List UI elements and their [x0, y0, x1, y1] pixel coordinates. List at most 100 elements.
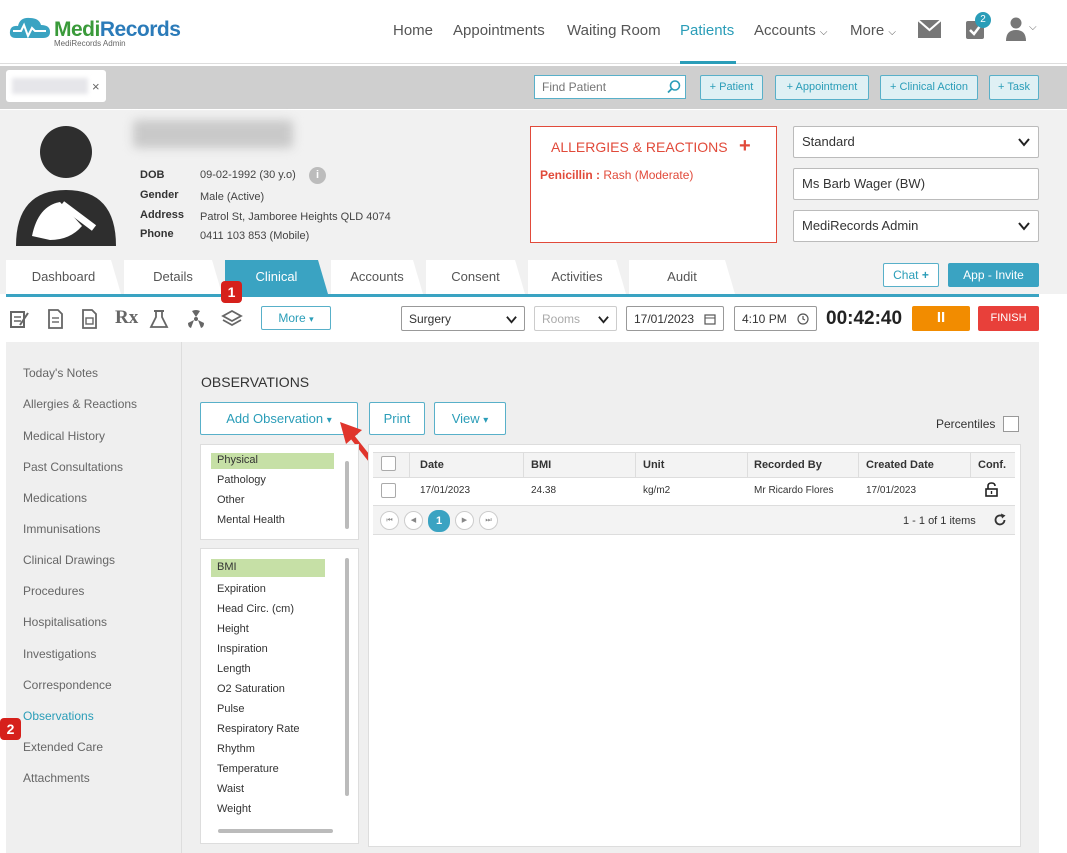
toolbar-more-button[interactable]: More ▾ — [261, 306, 331, 330]
mail-icon[interactable] — [918, 20, 941, 38]
add-allergy-button[interactable]: + — [739, 135, 751, 158]
prescription-icon[interactable]: Rx — [115, 307, 138, 329]
type-item-length[interactable]: Length — [217, 663, 251, 675]
type-item-rhythm[interactable]: Rhythm — [217, 743, 255, 755]
type-scrollbar[interactable] — [345, 558, 349, 796]
category-item-pathology[interactable]: Pathology — [217, 474, 266, 486]
side-nav-immunisations[interactable]: Immunisations — [23, 522, 100, 536]
category-item-physical[interactable]: Physical — [211, 453, 334, 469]
info-icon[interactable]: i — [309, 167, 326, 184]
add-clinical-action-button[interactable]: + Clinical Action — [880, 75, 978, 100]
allergy-name: Penicillin : — [540, 168, 601, 182]
prev-page-button[interactable]: ◀ — [404, 511, 423, 530]
column-header-unit[interactable]: Unit — [643, 459, 664, 471]
type-item-head-circ[interactable]: Head Circ. (cm) — [217, 603, 294, 615]
date-picker[interactable]: 17/01/2023 — [626, 306, 724, 331]
nav-appointments[interactable]: Appointments — [453, 22, 545, 39]
nav-waiting-room[interactable]: Waiting Room — [567, 22, 661, 39]
tabs-underline — [6, 294, 1039, 297]
location-value: Surgery — [409, 312, 452, 326]
time-picker[interactable]: 4:10 PM — [734, 306, 817, 331]
type-item-bmi[interactable]: BMI — [211, 559, 325, 577]
side-nav-clinical-drawings[interactable]: Clinical Drawings — [23, 553, 115, 567]
tab-accounts[interactable]: Accounts — [331, 260, 423, 294]
finish-button[interactable]: FINISH — [978, 306, 1039, 331]
user-menu-icon[interactable] — [1005, 17, 1027, 41]
type-item-height[interactable]: Height — [217, 623, 249, 635]
add-task-button[interactable]: + Task — [989, 75, 1039, 100]
nav-more[interactable]: More ⌵ — [850, 22, 896, 39]
page-1-button[interactable]: 1 — [428, 510, 450, 532]
type-item-weight[interactable]: Weight — [217, 803, 251, 815]
document-icon[interactable] — [44, 308, 66, 330]
side-nav-extended-care[interactable]: Extended Care — [23, 740, 103, 754]
side-nav-hospitalisations[interactable]: Hospitalisations — [23, 615, 107, 629]
category-scrollbar[interactable] — [345, 461, 349, 529]
side-nav-past-consultations[interactable]: Past Consultations — [23, 460, 123, 474]
side-nav-medications[interactable]: Medications — [23, 491, 87, 505]
column-header-bmi[interactable]: BMI — [531, 459, 551, 471]
side-nav-investigations[interactable]: Investigations — [23, 647, 96, 661]
type-item-inspiration[interactable]: Inspiration — [217, 643, 268, 655]
organisation-select[interactable]: MediRecords Admin — [793, 210, 1039, 242]
nav-home[interactable]: Home — [393, 22, 433, 39]
clinical-notes-icon[interactable] — [8, 308, 30, 330]
tab-dashboard[interactable]: Dashboard — [6, 260, 121, 294]
category-item-other[interactable]: Other — [217, 494, 245, 506]
column-header-date[interactable]: Date — [420, 459, 444, 471]
tab-audit[interactable]: Audit — [629, 260, 735, 294]
type-item-pulse[interactable]: Pulse — [217, 703, 245, 715]
type-item-expiration[interactable]: Expiration — [217, 583, 266, 595]
row-recorded-by: Mr Ricardo Flores — [754, 485, 834, 496]
search-icon[interactable] — [666, 79, 682, 95]
last-page-button[interactable]: ⏭ — [479, 511, 498, 530]
side-nav-observations[interactable]: Observations — [23, 709, 94, 723]
side-nav-allergies[interactable]: Allergies & Reactions — [23, 397, 137, 411]
refresh-icon[interactable] — [993, 513, 1007, 527]
column-header-recorded-by[interactable]: Recorded By — [754, 459, 822, 471]
side-nav-procedures[interactable]: Procedures — [23, 584, 84, 598]
nav-accounts[interactable]: Accounts ⌵ — [754, 22, 827, 39]
next-page-button[interactable]: ▶ — [455, 511, 474, 530]
pause-button[interactable]: II — [912, 306, 970, 331]
side-nav-medical-history[interactable]: Medical History — [23, 429, 105, 443]
chat-button[interactable]: Chat + — [883, 263, 939, 287]
tab-activities[interactable]: Activities — [528, 260, 626, 294]
find-patient-input[interactable] — [534, 75, 686, 99]
side-nav-attachments[interactable]: Attachments — [23, 771, 90, 785]
row-checkbox[interactable] — [381, 483, 396, 498]
pathology-request-icon[interactable] — [78, 308, 100, 330]
add-appointment-button[interactable]: + Appointment — [775, 75, 869, 100]
type-hscrollbar[interactable] — [218, 829, 333, 833]
tab-consent[interactable]: Consent — [426, 260, 525, 294]
app-invite-button[interactable]: App - Invite — [948, 263, 1039, 287]
layers-icon[interactable] — [221, 308, 243, 330]
radiology-icon[interactable] — [185, 308, 207, 330]
type-item-respiratory-rate[interactable]: Respiratory Rate — [217, 723, 300, 735]
side-nav-correspondence[interactable]: Correspondence — [23, 678, 112, 692]
practitioner-field[interactable]: Ms Barb Wager (BW) — [793, 168, 1039, 200]
plus-icon: + — [921, 268, 929, 282]
select-all-checkbox[interactable] — [381, 456, 396, 471]
close-icon[interactable]: × — [92, 79, 100, 94]
tab-details[interactable]: Details — [124, 260, 222, 294]
add-patient-button[interactable]: + Patient — [700, 75, 763, 100]
location-select[interactable]: Surgery — [401, 306, 525, 331]
column-header-confidential[interactable]: Conf. — [978, 459, 1006, 471]
category-item-mental-health[interactable]: Mental Health — [217, 514, 285, 526]
percentiles-checkbox[interactable] — [1003, 416, 1019, 432]
unlock-icon[interactable] — [985, 482, 998, 497]
lab-flask-icon[interactable] — [148, 308, 170, 330]
view-button[interactable]: View ▾ — [434, 402, 506, 435]
type-item-waist[interactable]: Waist — [217, 783, 244, 795]
gender-value: Male (Active) — [200, 191, 265, 203]
column-header-created-date[interactable]: Created Date — [866, 459, 934, 471]
type-item-temperature[interactable]: Temperature — [217, 763, 279, 775]
nav-patients[interactable]: Patients — [680, 22, 734, 39]
type-item-o2-saturation[interactable]: O2 Saturation — [217, 683, 285, 695]
first-page-button[interactable]: ⏮ — [380, 511, 399, 530]
fee-type-select[interactable]: Standard — [793, 126, 1039, 158]
add-observation-button[interactable]: Add Observation ▾ — [200, 402, 358, 435]
side-nav-todays-notes[interactable]: Today's Notes — [23, 366, 98, 380]
rooms-select[interactable]: Rooms — [534, 306, 617, 331]
